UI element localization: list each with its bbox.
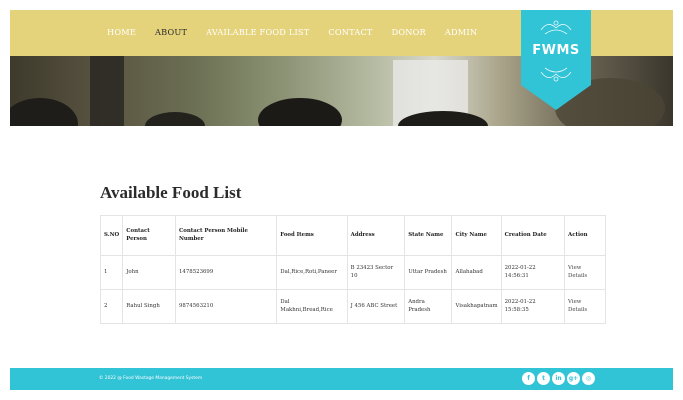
table-cell: 2022-01-22 15:58:35: [500, 289, 566, 324]
facebook-icon[interactable]: f: [522, 372, 535, 385]
view-details-link[interactable]: View Details: [564, 289, 606, 324]
twitter-icon[interactable]: t: [537, 372, 550, 385]
column-header: City Name: [451, 215, 502, 256]
nav-item-contact[interactable]: CONTACT: [328, 27, 372, 37]
twitter-icon-glyph: t: [542, 374, 545, 382]
table-cell: J 456 ABC Street: [346, 289, 406, 324]
nav-item-about[interactable]: ABOUT: [155, 27, 187, 37]
social-links: f t in g+ ◎: [522, 372, 595, 385]
table-cell: Rahul Singh: [122, 289, 176, 324]
instagram-icon[interactable]: ◎: [582, 372, 595, 385]
facebook-icon-glyph: f: [527, 374, 530, 382]
food-list-table: S.NO Contact Person Contact Person Mobile …: [99, 215, 606, 324]
column-header: State Name: [404, 215, 453, 256]
column-header: Creation Date: [500, 215, 566, 256]
nav-item-admin[interactable]: ADMIN: [445, 27, 477, 37]
table-cell: 1478523699: [174, 255, 278, 290]
table-cell: Allahabad: [451, 255, 502, 290]
linkedin-icon-glyph: in: [555, 374, 562, 382]
google-plus-icon[interactable]: g+: [567, 372, 580, 385]
table-cell: John: [122, 255, 176, 290]
logo-ribbon: [521, 10, 591, 110]
column-header: Contact Person Mobile Number: [174, 215, 278, 256]
nav-menu: HOME ABOUT AVAILABLE FOOD LIST CONTACT DONOR…: [107, 27, 496, 37]
column-header: Action: [564, 215, 606, 256]
instagram-icon-glyph: ◎: [585, 374, 592, 382]
linkedin-icon[interactable]: in: [552, 372, 565, 385]
table-cell: B 23423 Sector 10: [346, 255, 406, 290]
table-cell: Uttar Pradesh: [404, 255, 453, 290]
fwms-logo[interactable]: FWMS: [521, 10, 591, 110]
column-header: Address: [346, 215, 406, 256]
google-plus-icon-glyph: g+: [568, 374, 579, 382]
logo-text: FWMS: [532, 43, 580, 58]
table-cell: 2022-01-22 14:56:31: [500, 255, 566, 290]
nav-item-donor[interactable]: DONOR: [392, 27, 426, 37]
column-header: Food Items: [276, 215, 348, 256]
column-header: S.NO: [99, 215, 124, 256]
copyright-text: © 2022 @ Food Wastage Management System: [99, 376, 203, 381]
table-cell: Andra Pradesh: [404, 289, 453, 324]
table-header-row: S.NO Contact Person Contact Person Mobile …: [99, 215, 606, 256]
footer: © 2022 @ Food Wastage Management System …: [10, 368, 673, 390]
table-cell: Dal,Rice,Roti,Paneer: [276, 255, 348, 290]
table-cell: 1: [99, 255, 124, 290]
column-header: Contact Person: [122, 215, 176, 256]
page-title: Available Food List: [100, 183, 242, 202]
table-row: 2 Rahul Singh 9874563210 Dal Makhni,Bread,R…: [99, 289, 606, 324]
nav-item-available-food-list[interactable]: AVAILABLE FOOD LIST: [206, 27, 309, 37]
table-body: 1 John 1478523699 Dal,Rice,Roti,Paneer B 234…: [99, 255, 606, 324]
table-cell: Visakhapatnam: [451, 289, 502, 324]
page-frame: HOME ABOUT AVAILABLE FOOD LIST CONTACT DONOR…: [10, 10, 673, 390]
table-cell: Dal Makhni,Bread,Rice: [276, 289, 348, 324]
view-details-link[interactable]: View Details: [564, 255, 606, 290]
table-cell: 2: [99, 289, 124, 324]
nav-item-home[interactable]: HOME: [107, 27, 136, 37]
table-row: 1 John 1478523699 Dal,Rice,Roti,Paneer B 234…: [99, 255, 606, 290]
table-cell: 9874563210: [174, 289, 278, 324]
